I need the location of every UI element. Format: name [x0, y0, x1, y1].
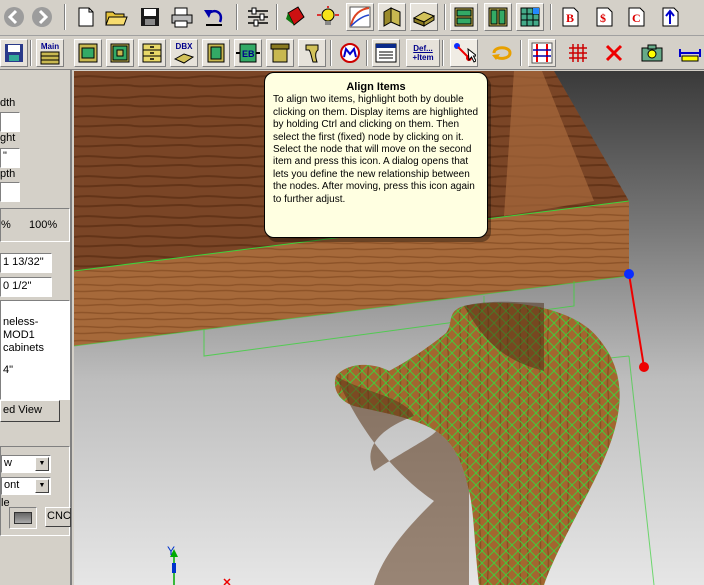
mesh-icon[interactable]	[564, 39, 592, 67]
leg-mesh-overlay	[334, 302, 620, 585]
rotate-icon[interactable]	[488, 39, 516, 67]
edge-band-label: EB	[242, 49, 255, 59]
cnc-button[interactable]: CNC	[45, 507, 71, 527]
cabinet-icon[interactable]	[450, 3, 478, 31]
save-icon[interactable]	[136, 3, 164, 31]
ruler-icon[interactable]	[676, 39, 704, 67]
add-item-label: +Item	[412, 53, 434, 62]
leg-icon[interactable]	[298, 39, 326, 67]
view-button[interactable]: ed View	[0, 400, 60, 422]
color-swatch[interactable]	[9, 507, 37, 529]
zoom-slider-box: % 100%	[0, 208, 70, 242]
dimension-a-field[interactable]: 1 13/32"	[0, 253, 52, 273]
main-button-label: Main	[40, 41, 60, 51]
undo-icon[interactable]	[200, 3, 228, 31]
dollar-report-icon[interactable]: $	[590, 3, 618, 31]
cut-lines-icon[interactable]	[528, 39, 556, 67]
cabinet-top-icon[interactable]	[266, 39, 294, 67]
c-report-letter: C	[632, 11, 641, 25]
open-folder-icon[interactable]	[102, 3, 130, 31]
print-icon[interactable]	[168, 3, 196, 31]
view-select[interactable]: w ▼	[1, 455, 51, 473]
cabinet-doors-icon[interactable]	[106, 39, 134, 67]
zoom-percent-right: 100%	[29, 219, 58, 231]
wireframe-edge	[628, 355, 655, 585]
toolbar-separator	[330, 40, 332, 66]
align-items-tooltip: Align Items To align two items, highligh…	[264, 72, 488, 238]
toolbar-separator	[520, 40, 522, 66]
depth-label: pth	[0, 168, 16, 180]
font-select[interactable]: ont ▼	[1, 477, 51, 495]
alignment-line	[628, 273, 645, 368]
cabinet-box-icon[interactable]	[202, 39, 230, 67]
view-select-value: w	[4, 457, 12, 469]
chevron-down-icon[interactable]: ▼	[35, 479, 49, 493]
main-toolbar: B $ C	[0, 0, 704, 36]
main-button[interactable]: Main	[36, 39, 64, 67]
cabinet-front-icon[interactable]	[74, 39, 102, 67]
grid-icon[interactable]	[516, 3, 544, 31]
curve-icon[interactable]	[346, 3, 374, 31]
delete-icon[interactable]	[600, 39, 628, 67]
logo-icon[interactable]	[336, 39, 364, 67]
toolbar-separator	[444, 4, 446, 30]
edge-band-button[interactable]: EB	[234, 39, 262, 67]
new-document-icon[interactable]	[72, 3, 100, 31]
settings-sliders-icon[interactable]	[244, 3, 272, 31]
chevron-down-icon[interactable]: ▼	[35, 457, 49, 471]
item-size: 4"	[3, 364, 14, 376]
toolbar-separator	[442, 40, 444, 66]
properties-panel: dth ght " pth % 100% 1 13/32" 0 1/2" nel…	[0, 70, 72, 585]
toolbar-separator	[276, 4, 278, 30]
dimension-b-field[interactable]: 0 1/2"	[0, 277, 52, 297]
height-label: ght	[0, 132, 16, 144]
secondary-toolbar: Main DBX EB Def... +Item	[0, 36, 704, 70]
item-info-box: neless-MOD1 cabinets 4"	[0, 300, 70, 400]
save-disk-icon[interactable]	[0, 39, 28, 67]
width-field[interactable]	[0, 112, 20, 132]
axis-gizmo: Y	[167, 544, 231, 585]
drawer-icon[interactable]	[410, 3, 438, 31]
up-arrow-icon[interactable]	[656, 3, 684, 31]
height-field[interactable]: "	[0, 148, 20, 168]
dbx-button-label: DBX	[175, 41, 193, 51]
view-options-box: w ▼ ont ▼ le CNC	[0, 446, 71, 536]
y-axis-label: Y	[167, 544, 175, 558]
item-category: cabinets	[3, 342, 44, 354]
fixed-node[interactable]	[624, 269, 634, 279]
dbx-button[interactable]: DBX	[170, 39, 198, 67]
camera-icon[interactable]	[638, 39, 666, 67]
forward-icon[interactable]	[28, 3, 56, 31]
light-bulb-icon[interactable]	[314, 3, 342, 31]
font-select-value: ont	[4, 479, 20, 491]
b-report-icon[interactable]: B	[556, 3, 584, 31]
cabinets-icon[interactable]	[484, 3, 512, 31]
paint-icon[interactable]	[282, 3, 310, 31]
tooltip-title: Align Items	[346, 81, 406, 93]
cabinet-drawers-icon[interactable]	[138, 39, 166, 67]
zoom-percent-left: %	[1, 219, 11, 231]
toolbar-separator	[236, 4, 238, 30]
width-label: dth	[0, 97, 16, 109]
depth-field[interactable]	[0, 182, 20, 202]
item-name: neless-MOD1	[3, 316, 39, 341]
toolbar-separator	[550, 4, 552, 30]
toolbar-separator	[366, 40, 368, 66]
moving-node[interactable]	[639, 362, 649, 372]
default-label: Def...	[413, 44, 433, 53]
back-icon[interactable]	[0, 3, 28, 31]
color-swatch-fill	[14, 512, 32, 524]
panel-icon[interactable]	[378, 3, 406, 31]
toolbar-separator	[64, 4, 66, 30]
toolbar-separator	[30, 40, 32, 66]
default-item-button[interactable]: Def... +Item	[406, 39, 440, 67]
b-report-letter: B	[566, 11, 574, 25]
align-items-icon[interactable]	[450, 39, 478, 67]
tooltip-body: To align two items, highlight both by do…	[273, 94, 479, 205]
list-icon[interactable]	[372, 39, 400, 67]
dollar-report-letter: $	[600, 11, 606, 25]
c-report-icon[interactable]: C	[622, 3, 650, 31]
